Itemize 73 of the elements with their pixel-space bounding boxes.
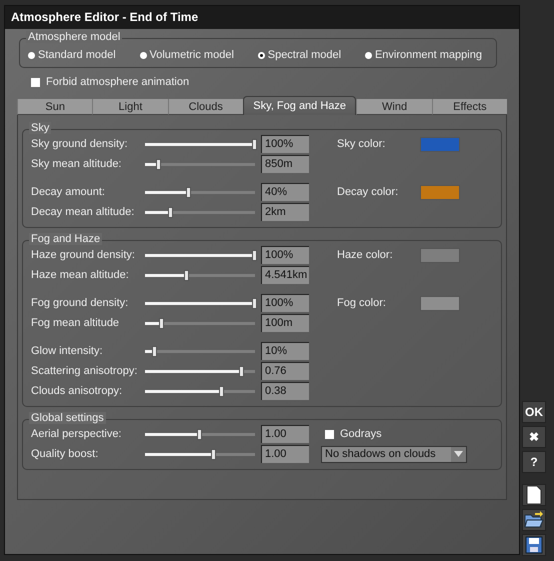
setting-label: Sky ground density:	[31, 138, 129, 150]
setting-label: Haze mean altitude:	[31, 269, 130, 281]
tab[interactable]: Sky, Fog and Haze	[242, 96, 356, 115]
slider-thumb[interactable]	[186, 186, 191, 198]
setting-label: Fog ground density:	[31, 297, 130, 309]
slider-thumb[interactable]	[211, 448, 216, 460]
value-field[interactable]: 4.541km	[261, 266, 309, 284]
value-field[interactable]: 0.76	[261, 362, 309, 380]
tab[interactable]: Wind	[356, 99, 432, 115]
setting-label: Decay mean altitude:	[31, 206, 136, 218]
color-label: Sky color:	[337, 138, 386, 150]
value-field[interactable]: 0.38	[261, 382, 309, 400]
slider-thumb[interactable]	[252, 138, 257, 150]
side-button[interactable]: ?	[522, 451, 546, 473]
checkbox-label: Forbid atmosphere animation	[46, 76, 190, 88]
slider-thumb[interactable]	[238, 366, 244, 376]
slider-thumb[interactable]	[252, 250, 257, 260]
value-field[interactable]: 100%	[261, 294, 309, 312]
slider-thumb[interactable]	[152, 346, 157, 356]
value-field[interactable]: 2km	[261, 203, 309, 221]
color-swatch[interactable]	[420, 136, 460, 152]
setting-label: Quality boost:	[31, 448, 100, 460]
color-label: Haze color:	[337, 249, 394, 261]
group-label: Fog and Haze	[29, 233, 102, 245]
checkbox[interactable]	[31, 78, 40, 86]
slider-thumb[interactable]	[252, 298, 257, 308]
tab[interactable]: Effects	[432, 99, 508, 115]
window-title: Atmosphere Editor - End of Time	[5, 6, 519, 29]
radio-icon[interactable]	[258, 52, 265, 58]
value-field[interactable]: 100m	[261, 314, 309, 332]
folder-icon[interactable]	[524, 511, 544, 529]
slider-thumb[interactable]	[156, 158, 162, 170]
color-swatch[interactable]	[420, 296, 460, 310]
side-button[interactable]: ✖	[522, 426, 546, 448]
color-swatch[interactable]	[420, 248, 460, 262]
dropdown-value: No shadows on clouds	[324, 448, 436, 460]
color-label: Fog color:	[337, 297, 387, 309]
setting-label: Glow intensity:	[31, 345, 104, 357]
setting-label: Haze ground density:	[31, 249, 136, 261]
checkbox-label: Godrays	[340, 428, 382, 440]
value-field[interactable]: 100%	[261, 246, 309, 264]
value-field[interactable]: 1.00	[261, 425, 309, 443]
setting-label: Sky mean altitude:	[31, 158, 122, 170]
setting-label: Fog mean altitude	[31, 317, 120, 329]
side-button[interactable]: OK	[522, 401, 546, 423]
value-field[interactable]: 40%	[261, 183, 309, 201]
value-field[interactable]: 1.00	[261, 445, 309, 463]
setting-label: Clouds anisotropy:	[31, 385, 124, 397]
tab[interactable]: Clouds	[168, 99, 243, 115]
checkbox[interactable]	[325, 430, 334, 438]
slider-thumb[interactable]	[158, 318, 164, 328]
document-icon[interactable]	[526, 485, 542, 505]
slider-thumb[interactable]	[219, 386, 224, 396]
slider-thumb[interactable]	[197, 428, 202, 440]
color-label: Decay color:	[337, 186, 400, 198]
setting-label: Aerial perspective:	[31, 428, 122, 440]
value-field[interactable]: 850m	[261, 155, 309, 173]
group-label: Sky	[29, 122, 52, 134]
value-field[interactable]: 100%	[261, 135, 309, 153]
radio-icon[interactable]	[140, 52, 147, 58]
color-swatch[interactable]	[420, 184, 460, 200]
setting-label: Decay amount:	[31, 186, 106, 198]
group-label: Global settings	[29, 412, 106, 424]
slider-thumb[interactable]	[168, 206, 174, 218]
shadow-dropdown[interactable]: No shadows on clouds	[321, 446, 467, 462]
value-field[interactable]: 10%	[261, 342, 309, 360]
setting-label: Scattering anisotropy:	[31, 365, 138, 377]
tab[interactable]: Sun	[17, 99, 92, 115]
slider-thumb[interactable]	[184, 270, 189, 280]
radio-icon[interactable]	[28, 52, 35, 58]
radio-icon[interactable]	[364, 52, 372, 58]
tab[interactable]: Light	[92, 99, 168, 115]
group-label: Atmosphere model	[26, 31, 122, 43]
